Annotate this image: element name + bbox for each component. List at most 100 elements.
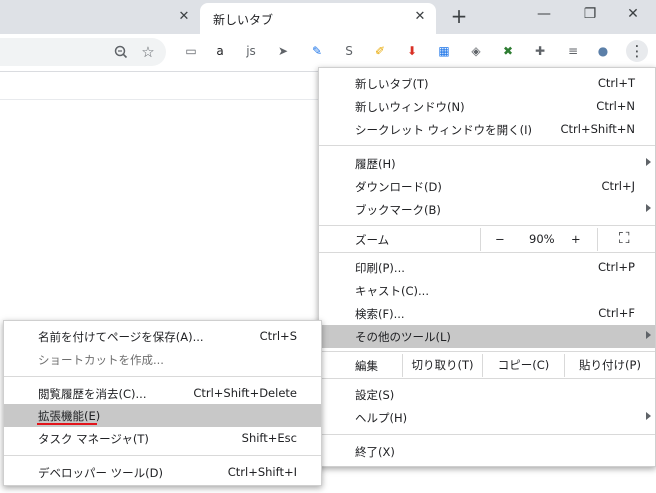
cut-button[interactable]: 切り取り(T) [402, 354, 482, 377]
menu-item-label: 閲覧履歴を消去(C)... [38, 387, 147, 401]
close-icon[interactable]: ✕ [176, 9, 192, 25]
menu-item-new-window[interactable]: 新しいウィンドウ(N) Ctrl+N [319, 95, 655, 118]
menu-item-shortcut: Ctrl+P [597, 260, 635, 274]
menu-item-edit: 編集 切り取り(T) コピー(C) 貼り付け(P) [319, 354, 655, 377]
ext-kebab-icon[interactable]: ⋮ [626, 40, 648, 62]
menu-item-zoom: ズーム − 90% + ⛶ [319, 228, 655, 251]
menu-item-label: その他のツール(L) [355, 330, 451, 344]
menu-item-label: ズーム [355, 233, 390, 247]
menu-item-find[interactable]: 検索(F)... Ctrl+F [319, 302, 655, 325]
address-bar[interactable]: ☆ [0, 38, 166, 66]
submenu-arrow-icon [646, 158, 651, 166]
ext-avatar-icon[interactable]: ● [594, 42, 612, 60]
close-window-button[interactable]: ✕ [610, 0, 656, 30]
zoom-icon[interactable] [111, 38, 131, 66]
submenu-arrow-icon [646, 331, 651, 339]
menu-item-bookmarks[interactable]: ブックマーク(B) [319, 198, 655, 221]
menu-item-label: 履歴(H) [355, 157, 396, 171]
menu-item-label: シークレット ウィンドウを開く(I) [355, 123, 533, 137]
menu-item-settings[interactable]: 設定(S) [319, 383, 655, 406]
menu-item-label: 拡張機能(E) [38, 409, 101, 423]
close-icon[interactable]: ✕ [412, 9, 428, 25]
highlight-underline [37, 423, 97, 425]
menu-item-create-shortcut[interactable]: ショートカットを作成... [4, 348, 321, 371]
menu-item-shortcut: Ctrl+Shift+N [560, 122, 635, 136]
menu-item-print[interactable]: 印刷(P)... Ctrl+P [319, 256, 655, 279]
paste-button[interactable]: 貼り付け(P) [564, 354, 655, 377]
ext-amazon-icon[interactable]: a [211, 42, 229, 60]
zoom-in-button[interactable]: + [571, 232, 581, 246]
menu-separator [4, 376, 321, 377]
ext-puzzle-icon[interactable]: ✚ [531, 42, 549, 60]
menu-item-label: キャスト(C)... [355, 284, 429, 298]
menu-separator [319, 378, 655, 379]
menu-separator [319, 252, 655, 253]
menu-item-exit[interactable]: 終了(X) [319, 440, 655, 463]
menu-item-label: タスク マネージャ(T) [38, 432, 149, 446]
ext-cursor-icon[interactable]: ➤ [274, 42, 292, 60]
maximize-button[interactable]: ❐ [567, 0, 613, 30]
menu-item-incognito[interactable]: シークレット ウィンドウを開く(I) Ctrl+Shift+N [319, 118, 655, 141]
menu-item-shortcut: Ctrl+Shift+I [227, 465, 297, 479]
ext-note-icon[interactable]: ✐ [371, 42, 389, 60]
menu-item-label: 新しいタブ(T) [355, 77, 429, 91]
menu-item-new-tab[interactable]: 新しいタブ(T) Ctrl+T [319, 72, 655, 95]
menu-separator [4, 455, 321, 456]
menu-item-shortcut: Shift+Esc [241, 431, 297, 445]
menu-separator [319, 145, 655, 146]
menu-item-cast[interactable]: キャスト(C)... [319, 279, 655, 302]
ext-cross-icon[interactable]: ✖ [499, 42, 517, 60]
menu-item-label: 設定(S) [355, 388, 395, 402]
menu-item-label: デベロッパー ツール(D) [38, 466, 163, 480]
more-tools-submenu: 名前を付けてページを保存(A)... Ctrl+S ショートカットを作成... … [3, 320, 322, 486]
menu-item-label: ショートカットを作成... [38, 353, 164, 367]
menu-item-label: ダウンロード(D) [355, 180, 442, 194]
tab-new-tab[interactable]: 新しいタブ ✕ [200, 3, 436, 34]
submenu-arrow-icon [646, 204, 651, 212]
menu-separator [319, 225, 655, 226]
menu-item-shortcut: Ctrl+Shift+Delete [193, 386, 297, 400]
ext-tag-icon[interactable]: ◈ [467, 42, 485, 60]
menu-item-label: 編集 [355, 359, 378, 373]
menu-item-shortcut: Ctrl+J [601, 179, 636, 193]
ext-skype-icon[interactable]: S [340, 42, 358, 60]
menu-item-label: 名前を付けてページを保存(A)... [38, 330, 204, 344]
menu-item-shortcut: Ctrl+T [597, 76, 635, 90]
ext-eyedropper-icon[interactable]: ✎ [308, 42, 326, 60]
menu-item-label: 印刷(P)... [355, 261, 405, 275]
menu-item-clear-history[interactable]: 閲覧履歴を消去(C)... Ctrl+Shift+Delete [4, 382, 321, 405]
zoom-divider [597, 228, 598, 251]
menu-item-shortcut: Ctrl+S [259, 329, 297, 343]
zoom-divider [480, 228, 481, 251]
menu-separator [319, 434, 655, 435]
ext-calendar-icon[interactable]: ▦ [435, 42, 453, 60]
tab-title: 新しいタブ [213, 13, 274, 27]
submenu-arrow-icon [646, 412, 651, 420]
ext-page-icon[interactable]: ▭ [182, 42, 200, 60]
zoom-out-button[interactable]: − [495, 232, 505, 246]
menu-item-downloads[interactable]: ダウンロード(D) Ctrl+J [319, 175, 655, 198]
menu-item-label: 終了(X) [355, 445, 395, 459]
minimize-button[interactable]: — [521, 0, 567, 30]
copy-button[interactable]: コピー(C) [482, 354, 564, 377]
menu-item-more-tools[interactable]: その他のツール(L) [319, 325, 655, 348]
star-icon[interactable]: ☆ [138, 38, 158, 66]
menu-item-history[interactable]: 履歴(H) [319, 152, 655, 175]
menu-item-help[interactable]: ヘルプ(H) [319, 406, 655, 429]
menu-item-label: 検索(F)... [355, 307, 405, 321]
menu-separator [319, 351, 655, 352]
chrome-main-menu: 新しいタブ(T) Ctrl+T 新しいウィンドウ(N) Ctrl+N シークレッ… [318, 67, 656, 467]
tab-strip: ✕ 新しいタブ ✕ + — ❐ ✕ [0, 0, 656, 34]
fullscreen-icon[interactable]: ⛶ [619, 229, 630, 247]
new-tab-button[interactable]: + [448, 5, 470, 27]
menu-item-shortcut: Ctrl+N [596, 99, 635, 113]
menu-item-task-manager[interactable]: タスク マネージャ(T) Shift+Esc [4, 427, 321, 450]
menu-item-label: 新しいウィンドウ(N) [355, 100, 465, 114]
menu-item-dev-tools[interactable]: デベロッパー ツール(D) Ctrl+Shift+I [4, 461, 321, 484]
menu-item-label: ブックマーク(B) [355, 203, 441, 217]
ext-download-icon[interactable]: ⬇ [403, 42, 421, 60]
menu-item-save-page[interactable]: 名前を付けてページを保存(A)... Ctrl+S [4, 325, 321, 348]
ext-playlist-icon[interactable]: ≡ [564, 42, 582, 60]
ext-js-icon[interactable]: js [242, 42, 260, 60]
menu-item-shortcut: Ctrl+F [598, 306, 635, 320]
